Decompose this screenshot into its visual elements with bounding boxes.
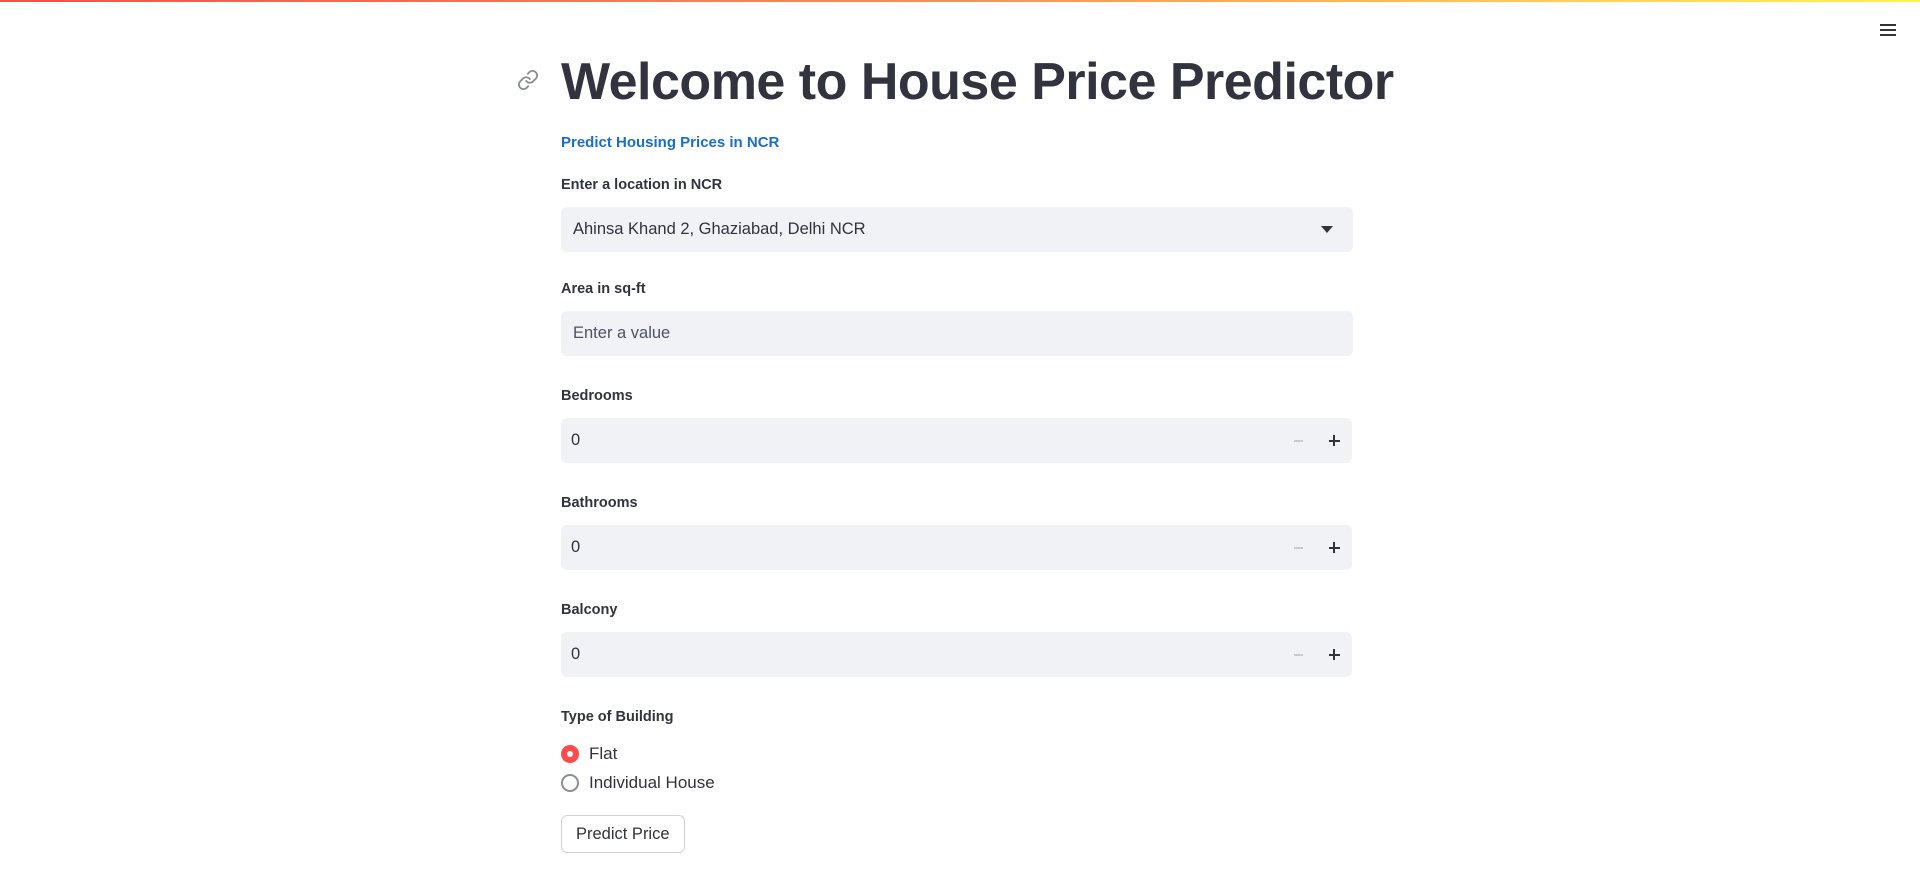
bedrooms-number-input[interactable]: 0 [561,418,1352,463]
location-select[interactable]: Ahinsa Khand 2, Ghaziabad, Delhi NCR [561,207,1353,252]
area-input[interactable] [571,323,1343,344]
bedrooms-field-group: Bedrooms 0 [561,386,1353,463]
predict-price-button[interactable]: Predict Price [561,815,685,853]
radio-option-flat[interactable]: Flat [561,739,1353,768]
radio-unchecked-icon[interactable] [561,773,579,792]
bathrooms-stepper [1280,525,1352,570]
building-type-radio-group: Flat Individual House [561,739,1353,797]
radio-option-label: Individual House [589,772,715,792]
radio-checked-icon[interactable] [561,744,579,763]
page-title: Welcome to House Price Predictor [561,53,1394,111]
balcony-number-input[interactable]: 0 [561,632,1352,677]
bedrooms-increment-button[interactable] [1316,418,1352,463]
balcony-field-group: Balcony 0 [561,600,1353,677]
location-label: Enter a location in NCR [561,177,723,193]
balcony-label: Balcony [561,602,618,618]
link-icon[interactable] [517,69,539,91]
building-type-group: Type of Building Flat Individual House [561,707,1353,797]
main-content: Welcome to House Price Predictor Predict… [517,0,1394,853]
bathrooms-value[interactable]: 0 [571,538,580,557]
bedrooms-decrement-button[interactable] [1280,418,1316,463]
minus-icon [1293,653,1303,656]
location-selected-value: Ahinsa Khand 2, Ghaziabad, Delhi NCR [573,220,866,238]
bathrooms-field-group: Bathrooms 0 [561,493,1353,570]
area-input-container [561,311,1353,356]
title-row: Welcome to House Price Predictor [517,50,1394,114]
bedrooms-stepper [1280,418,1352,463]
location-field-group: Enter a location in NCR Ahinsa Khand 2, … [561,175,1353,252]
balcony-decrement-button[interactable] [1280,632,1316,677]
radio-option-label: Flat [589,743,618,763]
bathrooms-label: Bathrooms [561,495,638,511]
hamburger-menu-icon [1880,24,1896,36]
area-field-group: Area in sq-ft [561,279,1353,356]
balcony-value[interactable]: 0 [571,645,580,664]
chevron-down-icon [1321,226,1333,233]
page-subtitle: Predict Housing Prices in NCR [561,134,780,151]
building-type-label: Type of Building [561,709,674,725]
minus-icon [1293,546,1303,549]
bedrooms-value[interactable]: 0 [571,431,580,450]
bedrooms-label: Bedrooms [561,388,633,404]
plus-icon [1328,649,1340,660]
plus-icon [1328,435,1340,446]
main-menu-button[interactable] [1876,18,1900,42]
radio-option-individual-house[interactable]: Individual House [561,768,1353,797]
minus-icon [1293,439,1303,442]
balcony-stepper [1280,632,1352,677]
plus-icon [1328,542,1340,553]
balcony-increment-button[interactable] [1316,632,1352,677]
bathrooms-decrement-button[interactable] [1280,525,1316,570]
bathrooms-number-input[interactable]: 0 [561,525,1352,570]
bathrooms-increment-button[interactable] [1316,525,1352,570]
area-label: Area in sq-ft [561,281,646,297]
